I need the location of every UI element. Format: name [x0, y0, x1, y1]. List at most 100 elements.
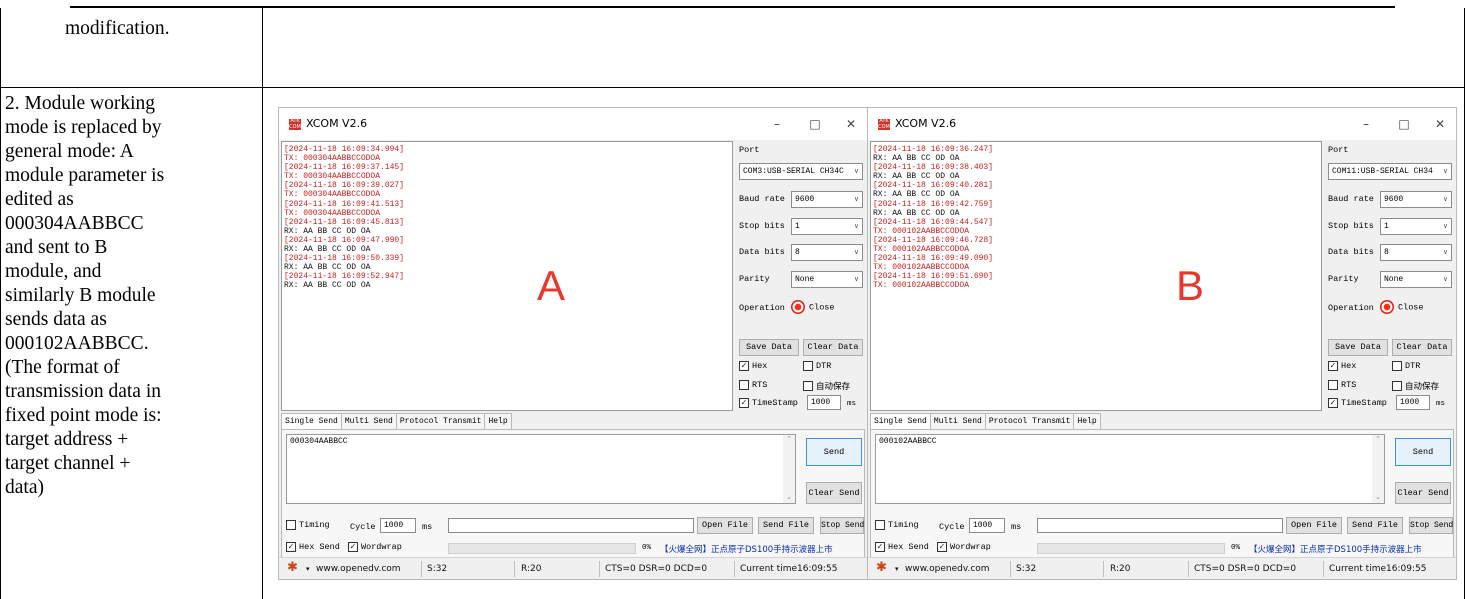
clear-send-button[interactable]: Clear Send — [806, 482, 862, 504]
tab-protocol-transmit[interactable]: Protocol Transmit — [984, 413, 1075, 429]
clear-send-button[interactable]: Clear Send — [1395, 482, 1451, 504]
receive-line: [2024-11-18 16:09:49.090] — [873, 254, 994, 264]
timing-checkbox[interactable]: Timing — [286, 520, 330, 530]
wordwrap-checkbox[interactable]: ✓ Wordwrap — [348, 542, 402, 552]
send-input[interactable]: 000304AABBCC ⌃ ⌄ — [286, 434, 796, 504]
maximize-icon[interactable]: □ — [799, 114, 831, 134]
close-port-toggle[interactable]: Close — [1380, 300, 1424, 314]
hex-display-checkbox[interactable]: ✓ Hex — [739, 361, 767, 371]
hex-display-checkbox[interactable]: ✓ Hex — [1328, 361, 1356, 371]
checkmark-icon: ✓ — [1328, 398, 1338, 408]
description-line: target address + — [5, 429, 129, 450]
progress-percent: 0% — [1231, 544, 1241, 552]
autosave-checkbox[interactable]: 自动保存 — [1392, 380, 1439, 392]
chevron-down-icon: ∨ — [853, 275, 859, 283]
save-data-button[interactable]: Save Data — [739, 339, 799, 356]
dropdown-caret-icon[interactable]: ▾ — [895, 562, 899, 576]
baud-label: Baud rate — [1328, 194, 1374, 204]
dropdown-caret-icon[interactable]: ▾ — [306, 562, 310, 576]
send-button[interactable]: Send — [1395, 438, 1451, 466]
data-bits-select[interactable]: 8 ∨ — [791, 244, 863, 261]
close-window-icon[interactable]: ✕ — [835, 114, 867, 134]
description-line: and sent to B — [5, 237, 108, 258]
save-data-button[interactable]: Save Data — [1328, 339, 1388, 356]
tab-single-send[interactable]: Single Send — [870, 413, 931, 429]
tab-help[interactable]: Help — [1073, 413, 1101, 429]
timestamp-checkbox[interactable]: ✓ TimeStamp — [739, 398, 798, 408]
wordwrap-checkbox[interactable]: ✓ Wordwrap — [937, 542, 991, 552]
received-count: R:20 — [1110, 564, 1131, 574]
promo-link[interactable]: 【火爆全网】正点原子DS100手持示波器上市 — [660, 543, 833, 555]
promo-link[interactable]: 【火爆全网】正点原子DS100手持示波器上市 — [1249, 543, 1422, 555]
baud-select[interactable]: 9600 ∨ — [1380, 191, 1452, 208]
rts-checkbox[interactable]: RTS — [739, 380, 767, 390]
receive-area[interactable]: [2024-11-18 16:09:36.247] RX: AA BB CC OD… — [870, 141, 1322, 411]
minimize-icon[interactable]: – — [1350, 114, 1382, 134]
timestamp-input[interactable]: 1000 — [807, 395, 841, 410]
tab-help[interactable]: Help — [484, 413, 512, 429]
stop-send-button[interactable]: Stop Send — [820, 517, 864, 534]
empty-checkbox-icon — [739, 380, 749, 390]
close-port-toggle[interactable]: Close — [791, 300, 835, 314]
send-file-button[interactable]: Send File — [1347, 517, 1403, 534]
cycle-input[interactable]: 1000 — [969, 518, 1005, 533]
autosave-checkbox[interactable]: 自动保存 — [803, 380, 850, 392]
clear-data-button[interactable]: Clear Data — [1392, 339, 1452, 356]
stop-send-button[interactable]: Stop Send — [1409, 517, 1453, 534]
window-title: XCOM V2.6 — [306, 117, 368, 130]
open-file-button[interactable]: Open File — [697, 517, 753, 534]
website-link[interactable]: www.openedv.com — [905, 562, 990, 576]
timestamp-checkbox[interactable]: ✓ TimeStamp — [1328, 398, 1387, 408]
baud-select[interactable]: 9600 ∨ — [791, 191, 863, 208]
gear-icon[interactable]: ✱ — [876, 561, 887, 575]
file-path-input[interactable] — [1037, 518, 1283, 533]
port-status-icon — [1380, 300, 1394, 314]
empty-checkbox-icon — [803, 381, 813, 391]
cycle-input[interactable]: 1000 — [380, 518, 416, 533]
send-scrollbar[interactable]: ⌃ ⌄ — [1372, 435, 1384, 503]
receive-line: TX: 000304AABBCCODOA — [284, 154, 381, 164]
tab-protocol-transmit[interactable]: Protocol Transmit — [395, 413, 486, 429]
dtr-checkbox[interactable]: DTR — [803, 361, 831, 371]
send-button[interactable]: Send — [806, 438, 862, 466]
cycle-label: Cycle — [350, 522, 376, 532]
timestamp-ms-label: ms — [1436, 400, 1446, 408]
receive-area[interactable]: [2024-11-18 16:09:34.994] TX: 000304AABBC… — [281, 141, 733, 411]
description-line: edited as — [5, 189, 74, 210]
parity-select[interactable]: None ∨ — [1380, 271, 1452, 288]
receive-line: RX: AA BB CC OD OA — [873, 172, 960, 182]
close-window-icon[interactable]: ✕ — [1424, 114, 1456, 134]
timing-checkbox[interactable]: Timing — [875, 520, 919, 530]
port-select[interactable]: COM3:USB-SERIAL CH34C ∨ — [739, 163, 863, 180]
tab-multi-send[interactable]: Multi Send — [340, 413, 397, 429]
clear-data-button[interactable]: Clear Data — [803, 339, 863, 356]
chevron-down-icon: ∨ — [853, 248, 859, 256]
gear-icon[interactable]: ✱ — [287, 561, 298, 575]
dtr-checkbox[interactable]: DTR — [1392, 361, 1420, 371]
tab-single-send[interactable]: Single Send — [281, 413, 342, 429]
port-label: Port — [739, 145, 760, 155]
send-scrollbar[interactable]: ⌃ ⌄ — [783, 435, 795, 503]
minimize-icon[interactable]: – — [761, 114, 793, 134]
checkmark-icon: ✓ — [875, 542, 885, 552]
website-link[interactable]: www.openedv.com — [316, 562, 401, 576]
port-select[interactable]: COM11:USB-SERIAL CH34 ∨ — [1328, 163, 1452, 180]
rts-checkbox[interactable]: RTS — [1328, 380, 1356, 390]
maximize-icon[interactable]: □ — [1388, 114, 1420, 134]
receive-line: [2024-11-18 16:09:41.513] — [284, 199, 405, 209]
stop-bits-select[interactable]: 1 ∨ — [791, 218, 863, 235]
timestamp-input[interactable]: 1000 — [1396, 395, 1430, 410]
send-input[interactable]: 000102AABBCC ⌃ ⌄ — [875, 434, 1385, 504]
open-file-button[interactable]: Open File — [1286, 517, 1342, 534]
stop-bits-select[interactable]: 1 ∨ — [1380, 218, 1452, 235]
hex-send-checkbox[interactable]: ✓ Hex Send — [875, 542, 929, 552]
status-divider — [1103, 561, 1104, 577]
data-bits-select[interactable]: 8 ∨ — [1380, 244, 1452, 261]
send-file-button[interactable]: Send File — [758, 517, 814, 534]
checkmark-icon: ✓ — [739, 398, 749, 408]
parity-select[interactable]: None ∨ — [791, 271, 863, 288]
status-divider — [1010, 561, 1011, 577]
hex-send-checkbox[interactable]: ✓ Hex Send — [286, 542, 340, 552]
tab-multi-send[interactable]: Multi Send — [929, 413, 986, 429]
file-path-input[interactable] — [448, 518, 694, 533]
